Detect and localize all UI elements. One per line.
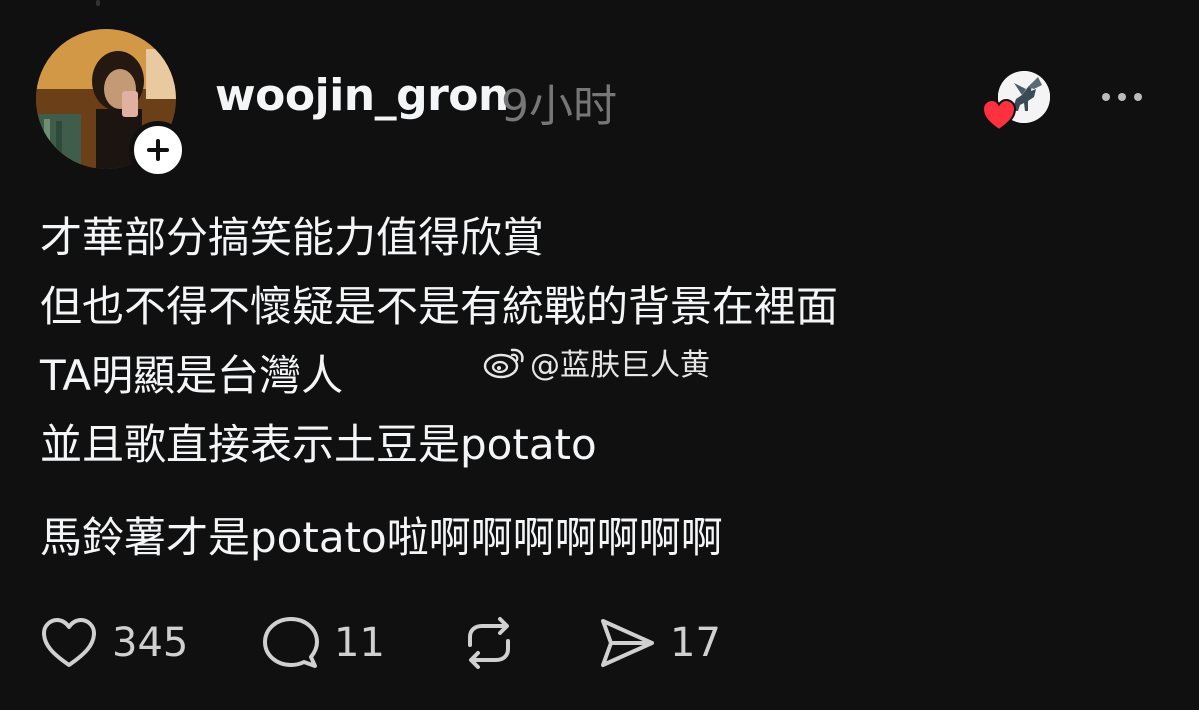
post-body: 才華部分搞笑能力值得欣賞 但也不得不懷疑是不是有統戰的背景在裡面 TA明顯是台灣…: [40, 203, 838, 572]
post-body-line: 但也不得不懷疑是不是有統戰的背景在裡面: [40, 282, 839, 331]
post-body-line: 才華部分搞笑能力值得欣賞: [40, 213, 545, 262]
liked-heart-icon: [981, 98, 1017, 132]
more-horizontal-icon: [1102, 93, 1110, 101]
weibo-logo-icon: [483, 348, 524, 379]
post-body-line: TA明顯是台灣人: [40, 351, 344, 400]
heart-outline-icon: [42, 618, 96, 667]
reply-count: 11: [334, 620, 385, 666]
post-body-line: 並且歌直接表示土豆是potato: [40, 420, 597, 469]
repost-button[interactable]: [460, 615, 598, 671]
send-arrow-icon: [601, 619, 654, 667]
like-button[interactable]: 345: [40, 616, 262, 670]
follow-button[interactable]: [129, 121, 187, 179]
share-button[interactable]: 17: [598, 615, 721, 671]
repost-arrows-icon: [468, 617, 510, 669]
post-timestamp: 9小时: [501, 81, 617, 132]
speech-bubble-icon: [263, 617, 319, 668]
more-options-button[interactable]: [1094, 82, 1150, 112]
post-actions: 345 11 17: [40, 612, 721, 674]
plus-icon: [147, 139, 169, 161]
weibo-watermark: @蓝肤巨人黄: [482, 340, 710, 384]
reply-button[interactable]: 11: [262, 615, 460, 671]
post-body-line: 馬鈴薯才是potato啦啊啊啊啊啊啊啊: [40, 513, 723, 562]
share-count: 17: [670, 620, 721, 666]
thread-connector-line: [96, 0, 100, 6]
like-count: 345: [112, 620, 189, 666]
watermark-handle: @蓝肤巨人黄: [530, 348, 710, 383]
thread-post: woojin_gron 9小时 才華部分搞笑能力值得欣賞 但也不得不懷疑是不是有…: [0, 0, 1199, 710]
author-username[interactable]: woojin_gron: [215, 70, 509, 121]
